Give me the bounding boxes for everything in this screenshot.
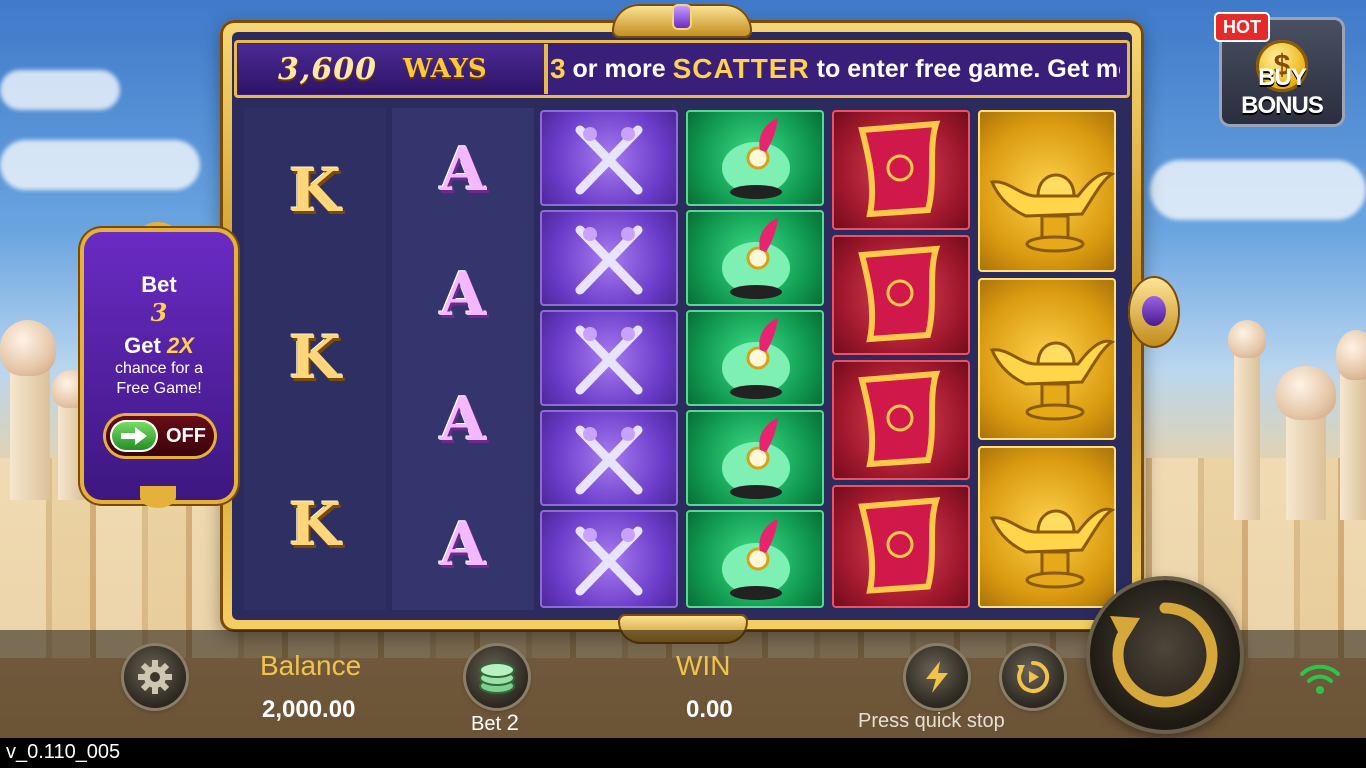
magic-carpet-icon <box>832 110 970 230</box>
spin-button[interactable] <box>1090 580 1240 730</box>
magic-carpet-icon <box>832 235 970 355</box>
crossed-swords-icon <box>540 510 678 608</box>
marquee-scatter: SCATTER <box>672 53 810 84</box>
symbol-a: A <box>439 385 487 455</box>
extra-bet-toggle[interactable]: OFF <box>106 416 214 456</box>
frame-side-gem <box>1142 296 1166 326</box>
reel-2: A A A A <box>392 108 534 610</box>
extra-bet-multiplier: 2X <box>166 333 194 358</box>
gear-icon <box>138 660 172 694</box>
sky-cloud <box>1150 160 1366 220</box>
sky-cloud <box>0 70 120 110</box>
buy-bonus-button[interactable]: HOT $ BUY BONUS <box>1216 14 1342 124</box>
extra-bet-value: 3 <box>150 298 168 327</box>
feathered-turban-icon <box>686 310 824 406</box>
wifi-icon <box>1298 660 1342 701</box>
reel-4 <box>684 108 826 610</box>
marquee-text-post: to enter free game. Get mo <box>809 54 1120 83</box>
reel-3 <box>538 108 680 610</box>
autoplay-button[interactable] <box>1002 646 1064 708</box>
palace-tower <box>1234 340 1260 520</box>
spin-arrow-icon <box>1110 602 1218 708</box>
win-label: WIN <box>676 650 731 681</box>
chip-stack-icon <box>479 662 515 694</box>
palace-tower <box>1340 360 1366 520</box>
ways-box: 3,600 WAYS <box>238 44 548 94</box>
palace-dome <box>1276 366 1336 420</box>
bet-value: 2 <box>506 710 519 735</box>
symbol-k: K <box>288 323 342 393</box>
version-label: v_0.110_005 <box>0 738 1366 768</box>
extra-bet-toggle-state: OFF <box>166 424 206 447</box>
win-value: 0.00 <box>686 696 733 723</box>
balance-label: Balance <box>260 650 362 681</box>
ways-word: WAYS <box>402 54 487 84</box>
golden-lamp-icon <box>978 110 1116 272</box>
marquee-text-pre: or more <box>565 54 673 83</box>
bet-button[interactable] <box>466 646 528 708</box>
feathered-turban-icon <box>686 410 824 506</box>
magic-carpet-icon <box>832 360 970 480</box>
reel-5 <box>830 108 972 610</box>
extra-bet-get-line: Get 2X <box>124 333 194 358</box>
symbol-a: A <box>439 510 487 580</box>
crossed-swords-icon <box>540 310 678 406</box>
magic-carpet-icon <box>832 485 970 608</box>
symbol-a: A <box>439 260 487 330</box>
buy-bonus-label: BUY BONUS <box>1241 64 1324 119</box>
balance-value: 2,000.00 <box>262 696 356 723</box>
feathered-turban-icon <box>686 510 824 608</box>
extra-bet-title: Bet <box>141 272 177 297</box>
bet-label: Bet 2 <box>471 710 519 735</box>
feathered-turban-icon <box>686 210 824 306</box>
hot-badge: HOT <box>1216 14 1268 40</box>
extra-bet-panel-cap-bottom <box>140 486 176 508</box>
sky-cloud <box>0 140 200 190</box>
arrow-right-icon <box>110 420 158 452</box>
palace-dome <box>1336 330 1366 380</box>
extra-bet-line2: Free Game! <box>116 380 202 397</box>
marquee-number: 3 <box>550 53 566 84</box>
frame-top-gem <box>674 6 690 28</box>
palace-dome <box>1228 320 1266 358</box>
crossed-swords-icon <box>540 210 678 306</box>
turbo-button[interactable] <box>906 646 968 708</box>
quick-stop-hint: Press quick stop <box>858 710 1005 732</box>
extra-bet-line1: chance for a <box>114 360 204 377</box>
settings-button[interactable] <box>124 646 186 708</box>
ways-number: 3,600 <box>278 51 377 87</box>
symbol-k: K <box>288 490 342 560</box>
crossed-swords-icon <box>540 110 678 206</box>
reel-1: K K K <box>244 108 386 610</box>
golden-lamp-icon <box>978 278 1116 440</box>
lightning-icon <box>926 661 948 693</box>
symbol-k: K <box>288 156 342 226</box>
autoplay-icon <box>1017 660 1050 693</box>
symbol-a: A <box>439 135 487 205</box>
crossed-swords-icon <box>540 410 678 506</box>
reel-6 <box>976 108 1118 610</box>
palace-tower <box>58 400 84 500</box>
info-marquee: 3 or more SCATTER to enter free game. Ge… <box>550 44 1120 94</box>
feathered-turban-icon <box>686 110 824 206</box>
extra-bet-panel: Bet 3 Get 2X chance for a Free Game! OFF <box>84 232 234 500</box>
palace-tower <box>10 360 50 500</box>
palace-dome <box>0 320 56 376</box>
